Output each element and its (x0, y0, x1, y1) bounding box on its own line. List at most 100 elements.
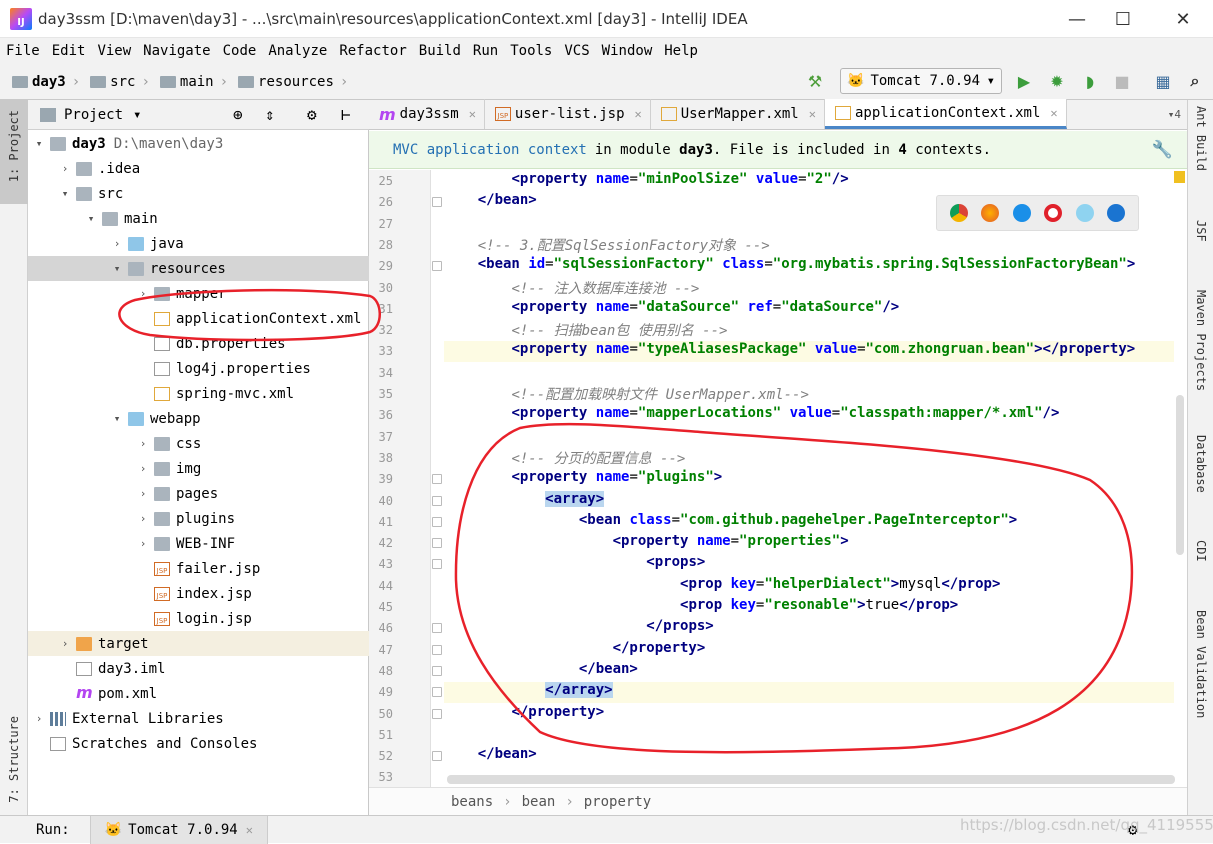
code-line[interactable]: <!-- 分页的配置信息 --> (444, 448, 1174, 469)
minimize-button[interactable]: — (1054, 0, 1100, 38)
tree-item-scratches-and-consoles[interactable]: Scratches and Consoles (28, 731, 369, 756)
project-structure-icon[interactable]: ▦ (1152, 70, 1174, 92)
fold-marker-icon[interactable] (432, 751, 442, 762)
tree-item-db-properties[interactable]: db.properties (28, 331, 369, 356)
collapse-all-icon[interactable]: ⇕ (265, 105, 275, 124)
tree-item-plugins[interactable]: › plugins (28, 506, 369, 531)
tree-item-img[interactable]: › img (28, 456, 369, 481)
chevron-down-icon[interactable]: ▾ (84, 212, 98, 225)
code-line[interactable]: <!--配置加载映射文件 UserMapper.xml--> (444, 384, 1174, 405)
locate-icon[interactable]: ⊕ (233, 105, 243, 124)
tree-item-login-jsp[interactable]: JSP login.jsp (28, 606, 369, 631)
fold-marker-icon[interactable] (432, 197, 442, 208)
maximize-button[interactable]: ☐ (1100, 0, 1146, 38)
tool-cdi[interactable]: CDI (1194, 540, 1208, 562)
code-line[interactable]: <!-- 注入数据库连接池 --> (444, 278, 1174, 299)
fold-marker-icon[interactable] (432, 665, 442, 676)
close-icon[interactable]: ✕ (635, 107, 642, 121)
fold-marker-icon[interactable] (432, 708, 442, 719)
fold-marker-icon[interactable] (432, 559, 442, 570)
chevron-right-icon[interactable]: › (110, 237, 124, 250)
tree-item-web-inf[interactable]: › WEB-INF (28, 531, 369, 556)
internet-explorer-icon[interactable] (1075, 204, 1094, 222)
code-line[interactable]: <property name="plugins"> (444, 469, 1174, 490)
warning-marker[interactable] (1174, 171, 1185, 183)
chevron-down-icon[interactable]: ▾ (110, 412, 124, 425)
editor-scrollbar[interactable] (1176, 395, 1184, 555)
edge-icon[interactable] (1107, 204, 1126, 222)
code-line[interactable]: <!-- 扫描bean包 使用别名 --> (444, 320, 1174, 341)
chevron-right-icon[interactable]: › (58, 637, 72, 650)
opera-icon[interactable] (1044, 204, 1063, 222)
menu-run[interactable]: Run (473, 43, 498, 59)
tree-item-java[interactable]: › java (28, 231, 369, 256)
menu-window[interactable]: Window (602, 43, 653, 59)
mvc-context-link[interactable]: MVC application context (393, 142, 587, 158)
close-icon[interactable]: ✕ (1050, 106, 1057, 120)
crumb-beans[interactable]: beans (451, 794, 493, 810)
tree-item-applicationcontext-xml[interactable]: applicationContext.xml (28, 306, 369, 331)
tool-database[interactable]: Database (1194, 435, 1208, 493)
breadcrumb-main[interactable]: main › (159, 74, 234, 90)
fold-marker-icon[interactable] (432, 495, 442, 506)
tab-user-list-jsp[interactable]: JSP user-list.jsp ✕ (485, 99, 651, 129)
tab-applicationcontext-xml[interactable]: applicationContext.xml ✕ (824, 99, 1067, 129)
fold-marker-icon[interactable] (432, 261, 442, 272)
chevron-right-icon[interactable]: › (136, 512, 150, 525)
chevron-right-icon[interactable]: › (136, 487, 150, 500)
fold-marker-icon[interactable] (432, 538, 442, 549)
chrome-icon[interactable] (949, 204, 968, 222)
code-line[interactable]: <array> (444, 490, 1174, 512)
chevron-down-icon[interactable]: ▾ (110, 262, 124, 275)
tree-item-failer-jsp[interactable]: JSP failer.jsp (28, 556, 369, 581)
menu-view[interactable]: View (97, 43, 131, 59)
close-window-button[interactable]: ✕ (1160, 0, 1206, 38)
tab-usermapper-xml[interactable]: UserMapper.xml ✕ (651, 99, 825, 129)
tab-day3ssm[interactable]: m day3ssm ✕ (369, 99, 485, 129)
tree-item-src[interactable]: ▾ src (28, 181, 369, 206)
code-line[interactable] (444, 725, 1174, 746)
code-line[interactable]: <property name="minPoolSize" value="2"/> (444, 171, 1174, 192)
tree-item-spring-mvc-xml[interactable]: spring-mvc.xml (28, 381, 369, 406)
tree-item-css[interactable]: › css (28, 431, 369, 456)
breadcrumb-resources[interactable]: resources › (238, 74, 354, 90)
wrench-icon[interactable]: 🔧 (1152, 140, 1173, 160)
code-line[interactable]: </property> (444, 704, 1174, 725)
code-line[interactable] (444, 427, 1174, 448)
breadcrumb-src[interactable]: src › (90, 74, 156, 90)
tree-item-pom-xml[interactable]: m pom.xml (28, 681, 369, 706)
stop-icon[interactable]: ■ (1111, 70, 1133, 92)
horizontal-scrollbar[interactable] (447, 775, 1175, 784)
crumb-property[interactable]: property (584, 794, 651, 810)
tool-bean-validation[interactable]: Bean Validation (1194, 610, 1208, 718)
fold-marker-icon[interactable] (432, 644, 442, 655)
menu-analyze[interactable]: Analyze (268, 43, 327, 59)
tree-item-webapp[interactable]: ▾ webapp (28, 406, 369, 431)
tree-item-target[interactable]: › target (28, 631, 369, 656)
code-line[interactable]: <property name="typeAliasesPackage" valu… (444, 341, 1174, 363)
crumb-bean[interactable]: bean (522, 794, 556, 810)
menu-edit[interactable]: Edit (52, 43, 86, 59)
run-icon[interactable]: ▶ (1013, 70, 1035, 92)
close-icon[interactable]: ✕ (809, 107, 816, 121)
code-line[interactable]: <property name="properties"> (444, 533, 1174, 554)
menu-refactor[interactable]: Refactor (339, 43, 406, 59)
fold-marker-icon[interactable] (432, 516, 442, 527)
code-line[interactable]: </array> (444, 682, 1174, 704)
code-line[interactable]: <property name="mapperLocations" value="… (444, 405, 1174, 426)
breadcrumb-day3[interactable]: day3 › (12, 74, 86, 90)
code-line[interactable]: </property> (444, 640, 1174, 661)
code-line[interactable]: </bean> (444, 661, 1174, 682)
menu-navigate[interactable]: Navigate (143, 43, 210, 59)
structure-tool-button[interactable]: 7: Structure (7, 716, 21, 803)
tree-item-log4j-properties[interactable]: log4j.properties (28, 356, 369, 381)
tree-item-day3-iml[interactable]: day3.iml (28, 656, 369, 681)
project-view-select[interactable]: Project (64, 107, 123, 123)
code-line[interactable]: <prop key="helperDialect">mysql</prop> (444, 576, 1174, 597)
chevron-right-icon[interactable]: › (136, 462, 150, 475)
chevron-down-icon[interactable]: ▾ (133, 107, 141, 123)
fold-marker-icon[interactable] (432, 687, 442, 698)
tree-item-main[interactable]: ▾ main (28, 206, 369, 231)
chevron-right-icon[interactable]: › (58, 162, 72, 175)
chevron-down-icon[interactable]: ▾ (32, 137, 46, 150)
